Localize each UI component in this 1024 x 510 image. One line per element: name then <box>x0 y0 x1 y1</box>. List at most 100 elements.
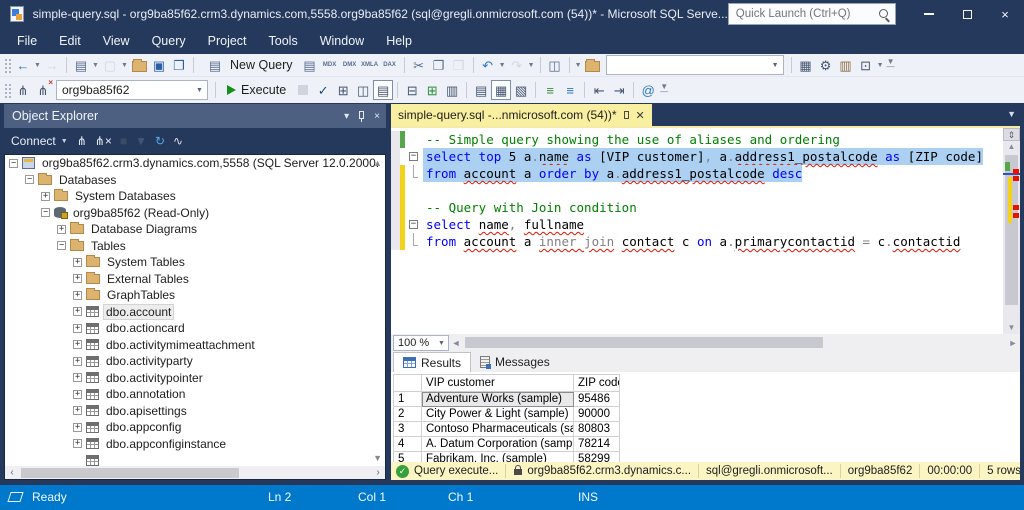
code-line[interactable]: -- Simple query showing the use of alias… <box>391 131 1020 148</box>
specify-template-parameters-icon[interactable]: @ <box>638 80 658 100</box>
expand-icon[interactable]: + <box>41 192 50 201</box>
object-explorer-header[interactable]: Object Explorer ▾× <box>4 104 386 128</box>
disconnect-icon[interactable]: ⋔× <box>95 135 112 147</box>
paste-icon[interactable]: ❒ <box>449 55 469 75</box>
tree-item[interactable]: +System Tables <box>5 254 385 271</box>
table-row[interactable]: 1Adventure Works (sample)95486 <box>394 392 620 407</box>
table-row[interactable]: 3Contoso Pharmaceuticals (sample)80803 <box>394 422 620 437</box>
maximize-button[interactable] <box>948 0 986 28</box>
new-query-file-icon[interactable]: ▤ <box>71 55 91 75</box>
uncomment-lines-icon[interactable]: ≡ <box>560 80 580 100</box>
comment-out-lines-icon[interactable]: ≡ <box>540 80 560 100</box>
chevron-down-icon[interactable]: ▼ <box>120 62 129 69</box>
code-line[interactable]: from account a order by a.address1_posta… <box>391 165 1020 182</box>
add-new-item-icon[interactable]: ▢ <box>100 55 120 75</box>
collapse-icon[interactable]: − <box>57 241 66 250</box>
document-tab[interactable]: simple-query.sql -...nmicrosoft.com (54)… <box>391 104 652 126</box>
expand-icon[interactable]: + <box>73 439 82 448</box>
table-row[interactable]: 2City Power & Light (sample)90000 <box>394 407 620 422</box>
connect-query-icon[interactable]: ⋔ <box>13 80 33 100</box>
menu-view[interactable]: View <box>92 28 141 54</box>
copy-icon[interactable]: ❐ <box>429 55 449 75</box>
search-folder-icon[interactable] <box>583 55 603 75</box>
toolbar-grip[interactable] <box>4 58 11 73</box>
tree-item[interactable]: +dbo.annotation <box>5 386 385 403</box>
scroll-right-icon[interactable]: › <box>371 466 385 480</box>
tree-scroll-up-icon[interactable]: ▲ <box>373 158 382 168</box>
expand-icon[interactable]: + <box>57 225 66 234</box>
menu-window[interactable]: Window <box>309 28 375 54</box>
tree-item[interactable]: −Tables <box>5 238 385 255</box>
tree-scroll-down-icon[interactable]: ▼ <box>373 453 382 463</box>
grid-cell[interactable]: Adventure Works (sample) <box>422 392 574 407</box>
code-editor[interactable]: -- Simple query showing the use of alias… <box>391 128 1020 334</box>
tree-item[interactable]: +dbo.apisettings <box>5 403 385 420</box>
activity-monitor-icon[interactable]: ∿ <box>173 135 183 147</box>
tree-item[interactable]: −org9ba85f62.crm3.dynamics.com,5558 (SQL… <box>5 155 385 172</box>
minimize-button[interactable] <box>910 0 948 28</box>
tree-item[interactable]: +Database Diagrams <box>5 221 385 238</box>
expand-icon[interactable]: + <box>73 406 82 415</box>
scroll-down-icon[interactable]: ▼ <box>1003 322 1020 334</box>
row-number[interactable]: 4 <box>394 437 422 452</box>
display-estimated-plan-icon[interactable]: ⊞ <box>333 80 353 100</box>
expand-icon[interactable]: + <box>73 390 82 399</box>
row-number[interactable]: 5 <box>394 452 422 463</box>
tree-item[interactable]: +dbo.account <box>5 304 385 321</box>
tree-item[interactable] <box>5 452 385 466</box>
editor-hscroll-thumb[interactable] <box>465 337 823 348</box>
intellisense-enabled-icon[interactable]: ▤ <box>373 80 393 100</box>
menu-file[interactable]: File <box>6 28 48 54</box>
refresh-icon[interactable]: ↻ <box>155 135 165 147</box>
scroll-left-icon[interactable]: ◄ <box>449 338 463 348</box>
grid-cell[interactable]: 80803 <box>574 422 620 437</box>
tab-results[interactable]: Results <box>393 352 471 372</box>
execute-button[interactable]: Execute <box>220 80 293 100</box>
live-query-statistics-icon[interactable]: ⊞ <box>422 80 442 100</box>
expand-icon[interactable]: + <box>73 258 82 267</box>
results-to-file-icon[interactable]: ▧ <box>511 80 531 100</box>
pin-icon[interactable] <box>359 111 364 119</box>
results-grid[interactable]: VIP customerZIP code1Adventure Works (sa… <box>393 374 620 462</box>
parse-icon[interactable]: ✓ <box>313 80 333 100</box>
find-combo[interactable]: ▼ <box>606 55 784 75</box>
menu-tools[interactable]: Tools <box>258 28 309 54</box>
undo-icon[interactable]: ↶ <box>478 55 498 75</box>
editor-vscrollbar[interactable]: ⇕ ▲ ▼ <box>1003 128 1020 334</box>
tree-item[interactable]: +dbo.activitypointer <box>5 370 385 387</box>
expand-icon[interactable]: + <box>73 423 82 432</box>
nav-backward-icon[interactable]: ← <box>13 55 33 75</box>
cut-icon[interactable]: ✂ <box>409 55 429 75</box>
menu-project[interactable]: Project <box>197 28 258 54</box>
expand-icon[interactable]: + <box>73 324 82 333</box>
quick-launch-input[interactable]: Quick Launch (Ctrl+Q) <box>728 3 896 25</box>
split-window-handle[interactable]: ⇕ <box>1003 128 1020 141</box>
expand-icon[interactable]: + <box>73 373 82 382</box>
database-engine-query-icon[interactable]: ▤ <box>300 55 320 75</box>
close-button[interactable]: × <box>986 0 1024 28</box>
redo-icon[interactable]: ↷ <box>507 55 527 75</box>
collapse-region-icon[interactable]: − <box>409 152 418 161</box>
xmla-query-icon[interactable]: XMLA <box>360 55 380 75</box>
new-query-button[interactable]: ▤New Query <box>198 55 300 75</box>
chevron-down-icon[interactable]: ▼ <box>768 62 783 69</box>
connect-menu[interactable]: Connect▼ <box>11 134 69 148</box>
grid-cell[interactable]: 78214 <box>574 437 620 452</box>
tree-item[interactable]: +dbo.activitymimeattachment <box>5 337 385 354</box>
hscroll-thumb[interactable] <box>21 468 239 478</box>
increase-indent-icon[interactable]: ⇥ <box>609 80 629 100</box>
client-statistics-icon[interactable]: ▥ <box>442 80 462 100</box>
chevron-down-icon[interactable]: ▼ <box>876 62 885 69</box>
tree-item[interactable]: +External Tables <box>5 271 385 288</box>
tree-item[interactable]: +GraphTables <box>5 287 385 304</box>
expand-icon[interactable]: + <box>73 357 82 366</box>
grid-cell[interactable]: 95486 <box>574 392 620 407</box>
dax-query-icon[interactable]: DAX <box>380 55 400 75</box>
close-icon[interactable]: ✕ <box>636 109 645 122</box>
table-row[interactable]: 4A. Datum Corporation (sample)78214 <box>394 437 620 452</box>
document-selector-icon[interactable]: ▼ <box>1007 109 1016 119</box>
code-line[interactable]: −select top 5 a.name as [VIP customer], … <box>391 148 1020 165</box>
grid-cell[interactable]: 58299 <box>574 452 620 463</box>
menu-query[interactable]: Query <box>141 28 197 54</box>
expand-icon[interactable]: + <box>73 274 82 283</box>
